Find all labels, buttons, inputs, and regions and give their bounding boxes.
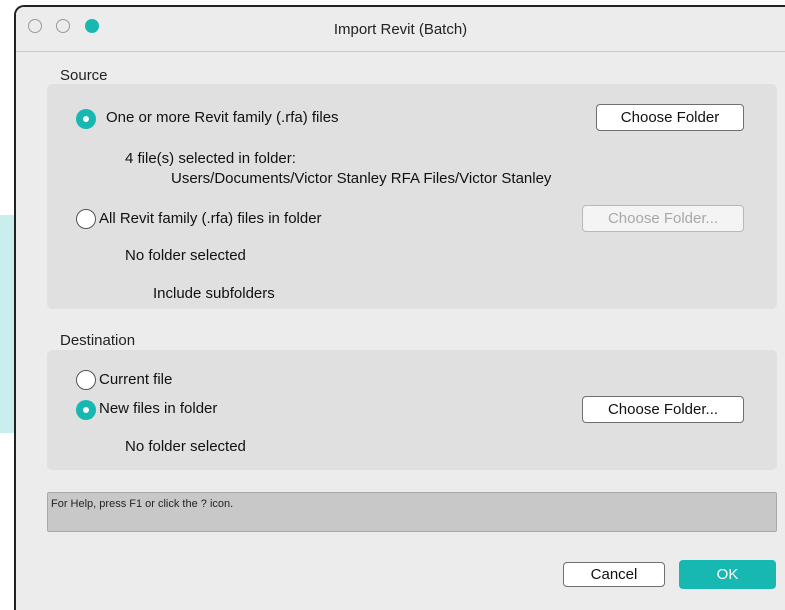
include-subfolders-label[interactable]: Include subfolders — [153, 285, 275, 302]
files-selected-status: 4 file(s) selected in folder: — [125, 150, 296, 167]
radio-one-or-more-files[interactable] — [76, 109, 96, 129]
radio-current-file-label[interactable]: Current file — [99, 371, 172, 388]
radio-all-files-in-folder[interactable] — [76, 209, 96, 229]
choose-folder-button[interactable]: Choose Folder — [596, 104, 744, 131]
selected-folder-path: Users/Documents/Victor Stanley RFA Files… — [171, 170, 552, 187]
radio-current-file[interactable] — [76, 370, 96, 390]
destination-folder-status: No folder selected — [125, 438, 246, 455]
radio-new-files-in-folder[interactable] — [76, 400, 96, 420]
destination-section-label: Destination — [60, 332, 136, 349]
source-panel: One or more Revit family (.rfa) files Ch… — [47, 84, 777, 309]
ok-button[interactable]: OK — [679, 560, 776, 589]
choose-folder-destination-button[interactable]: Choose Folder... — [582, 396, 744, 423]
radio-new-files-in-folder-label[interactable]: New files in folder — [99, 400, 217, 417]
source-folder-status: No folder selected — [125, 247, 246, 264]
source-section-label: Source — [60, 67, 108, 84]
title-bar[interactable]: Import Revit (Batch) — [16, 7, 785, 52]
help-text: For Help, press F1 or click the ? icon. — [51, 498, 234, 510]
help-status-bar: For Help, press F1 or click the ? icon. — [47, 492, 777, 532]
import-revit-dialog: Import Revit (Batch) Source One or more … — [14, 5, 785, 610]
cancel-button[interactable]: Cancel — [563, 562, 665, 587]
background-accent — [0, 215, 14, 433]
radio-one-or-more-files-label[interactable]: One or more Revit family (.rfa) files — [106, 109, 339, 126]
radio-all-files-in-folder-label[interactable]: All Revit family (.rfa) files in folder — [99, 210, 322, 227]
destination-panel: Current file New files in folder Choose … — [47, 350, 777, 470]
window-title: Import Revit (Batch) — [333, 21, 468, 38]
choose-folder-source-button[interactable]: Choose Folder... — [582, 205, 744, 232]
